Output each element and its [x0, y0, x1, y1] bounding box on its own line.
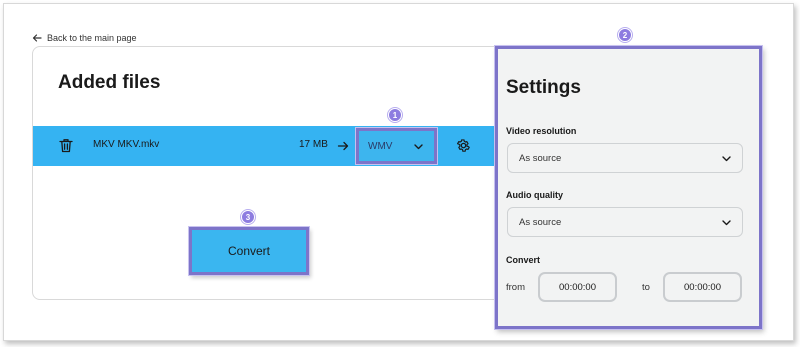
settings-panel: Settings Video resolution As source Audi…	[495, 46, 762, 329]
back-to-main-link[interactable]: Back to the main page	[32, 32, 137, 44]
annotation-badge-2: 2	[618, 28, 632, 42]
arrow-left-icon	[32, 34, 42, 42]
annotation-badge-3: 3	[241, 210, 255, 224]
from-time-input[interactable]	[538, 272, 617, 302]
settings-title: Settings	[506, 77, 581, 98]
audio-quality-value: As source	[519, 216, 562, 228]
to-label: to	[642, 282, 650, 293]
back-link-label: Back to the main page	[47, 33, 137, 43]
audio-quality-select[interactable]: As source	[507, 207, 743, 237]
app-window: Back to the main page Added files MKV MK…	[3, 3, 794, 341]
video-resolution-value: As source	[519, 152, 562, 164]
output-format-value: WMV	[368, 140, 393, 152]
output-format-select[interactable]: WMV	[356, 128, 437, 164]
arrow-right-icon	[337, 141, 349, 151]
chevron-down-icon	[414, 143, 423, 149]
convert-button[interactable]: Convert	[189, 227, 309, 275]
convert-range-label: Convert	[506, 255, 541, 265]
file-size: 17 MB	[299, 139, 328, 150]
added-files-card: Added files MKV MKV.mkv 17 MB WMV Conver…	[32, 46, 503, 300]
file-row: MKV MKV.mkv 17 MB WMV	[33, 126, 503, 166]
to-time-input[interactable]	[663, 272, 742, 302]
audio-quality-label: Audio quality	[506, 190, 563, 200]
gear-icon[interactable]	[456, 138, 471, 153]
file-name: MKV MKV.mkv	[93, 139, 160, 150]
video-resolution-label: Video resolution	[506, 126, 577, 136]
chevron-down-icon	[722, 219, 731, 225]
annotation-badge-1: 1	[388, 108, 402, 122]
files-title: Added files	[58, 72, 161, 93]
chevron-down-icon	[722, 155, 731, 161]
trash-icon[interactable]	[59, 138, 73, 153]
video-resolution-select[interactable]: As source	[507, 143, 743, 173]
from-label: from	[506, 282, 525, 293]
